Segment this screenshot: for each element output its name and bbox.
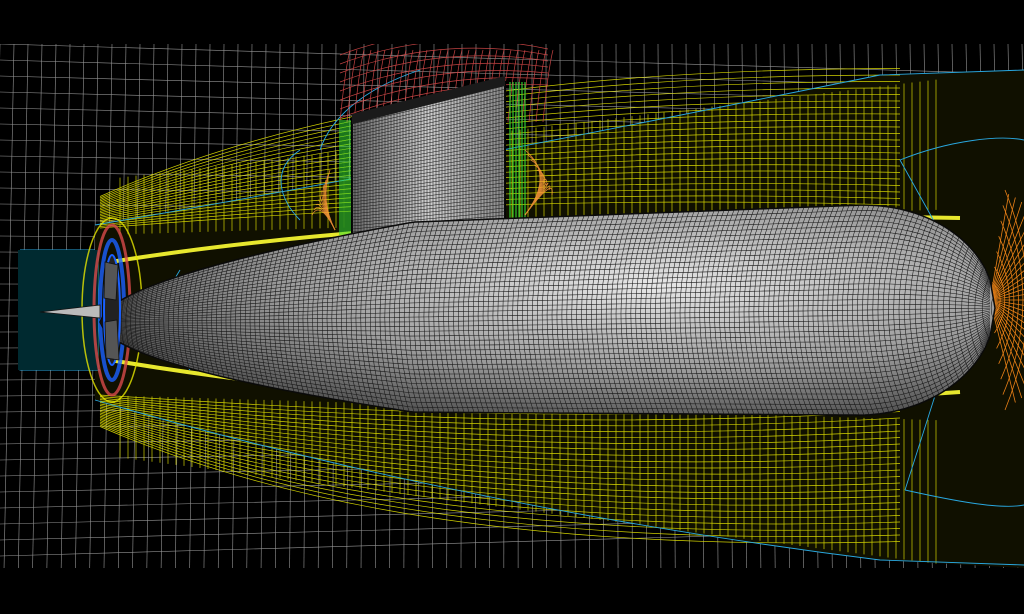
propeller-icon bbox=[103, 254, 121, 366]
mesh-illustration bbox=[0, 0, 1024, 614]
cfd-mesh-scene bbox=[0, 0, 1024, 614]
